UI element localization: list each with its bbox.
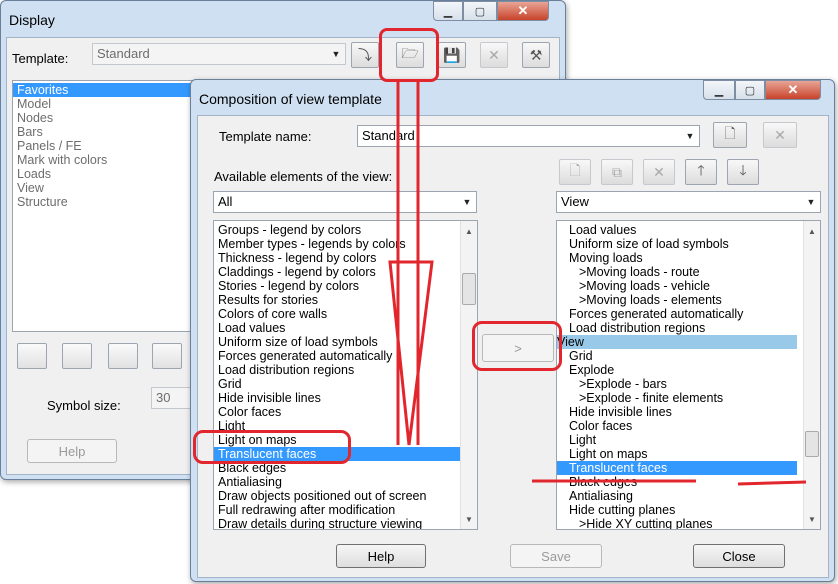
annotation-arrows <box>388 82 807 486</box>
